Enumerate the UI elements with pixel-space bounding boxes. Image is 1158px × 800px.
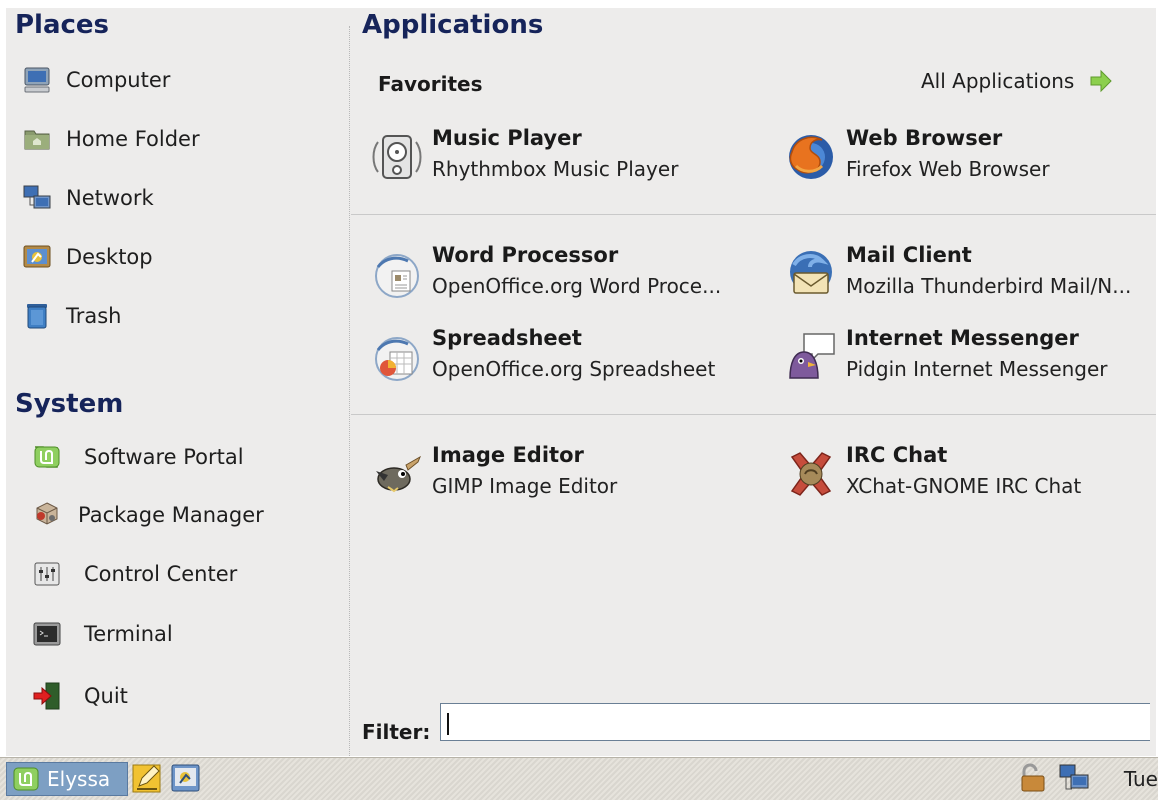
- word-processor-icon: [370, 247, 424, 301]
- pidgin-icon: [784, 330, 838, 384]
- places-item-network[interactable]: Network: [22, 183, 154, 213]
- arrow-right-icon: [1088, 68, 1114, 94]
- system-item-control-center[interactable]: Control Center: [32, 559, 237, 589]
- menu-button[interactable]: Elyssa: [6, 762, 128, 796]
- system-item-software-portal[interactable]: Software Portal: [32, 442, 244, 472]
- music-player-icon: [370, 130, 424, 184]
- mint-logo-icon: [32, 442, 62, 472]
- favorites-separator: [351, 214, 1156, 215]
- home-folder-icon: [22, 124, 52, 154]
- apps-separator: [351, 414, 1156, 415]
- desktop-icon[interactable]: [170, 762, 202, 794]
- applications-title: Applications: [362, 10, 544, 40]
- favorites-label: Favorites: [378, 72, 483, 96]
- app-music-player[interactable]: Music Player Rhythmbox Music Player: [370, 126, 750, 188]
- app-irc-chat[interactable]: IRC Chat XChat-GNOME IRC Chat: [784, 443, 1158, 505]
- control-center-icon: [32, 559, 62, 589]
- places-item-computer[interactable]: Computer: [22, 65, 170, 95]
- quit-icon: [32, 681, 62, 711]
- filter-label: Filter:: [362, 720, 431, 744]
- desktop-icon: [22, 242, 52, 272]
- terminal-icon: [32, 619, 62, 649]
- places-item-desktop[interactable]: Desktop: [22, 242, 153, 272]
- spreadsheet-icon: [370, 330, 424, 384]
- places-item-home-folder[interactable]: Home Folder: [22, 124, 200, 154]
- app-spreadsheet[interactable]: Spreadsheet OpenOffice.org Spreadsheet: [370, 326, 750, 388]
- app-internet-messenger[interactable]: Internet Messenger Pidgin Internet Messe…: [784, 326, 1158, 388]
- places-item-trash[interactable]: Trash: [22, 301, 122, 331]
- text-cursor: [447, 713, 449, 735]
- mint-logo-icon: [13, 766, 39, 792]
- thunderbird-icon: [784, 247, 838, 301]
- filter-input[interactable]: [440, 703, 1150, 741]
- app-image-editor[interactable]: Image Editor GIMP Image Editor: [370, 443, 750, 505]
- xchat-icon: [784, 447, 838, 501]
- column-divider: [349, 26, 350, 758]
- places-title: Places: [15, 10, 110, 40]
- update-lock-icon[interactable]: [1016, 762, 1048, 794]
- trash-icon: [22, 301, 52, 331]
- system-title: System: [15, 389, 124, 419]
- bottom-panel: Elyssa Tue: [0, 757, 1158, 800]
- menu-button-label: Elyssa: [47, 767, 111, 791]
- firefox-icon: [784, 130, 838, 184]
- system-item-quit[interactable]: Quit: [32, 681, 128, 711]
- app-word-processor[interactable]: Word Processor OpenOffice.org Word Proce…: [370, 243, 750, 305]
- network-icon: [22, 183, 52, 213]
- all-applications-button[interactable]: All Applications: [921, 68, 1114, 94]
- app-mail-client[interactable]: Mail Client Mozilla Thunderbird Mail/N..…: [784, 243, 1158, 305]
- network-status-icon[interactable]: [1058, 762, 1090, 794]
- clock[interactable]: Tue: [1124, 767, 1158, 791]
- computer-icon: [22, 65, 52, 95]
- gimp-icon: [370, 447, 424, 501]
- package-manager-icon: [32, 500, 62, 530]
- system-item-terminal[interactable]: Terminal: [32, 619, 173, 649]
- system-item-package-manager[interactable]: Package Manager: [32, 500, 264, 530]
- app-web-browser[interactable]: Web Browser Firefox Web Browser: [784, 126, 1158, 188]
- text-editor-icon[interactable]: [131, 762, 163, 794]
- main-menu: Places Computer Home Folder Network Desk…: [6, 8, 1158, 758]
